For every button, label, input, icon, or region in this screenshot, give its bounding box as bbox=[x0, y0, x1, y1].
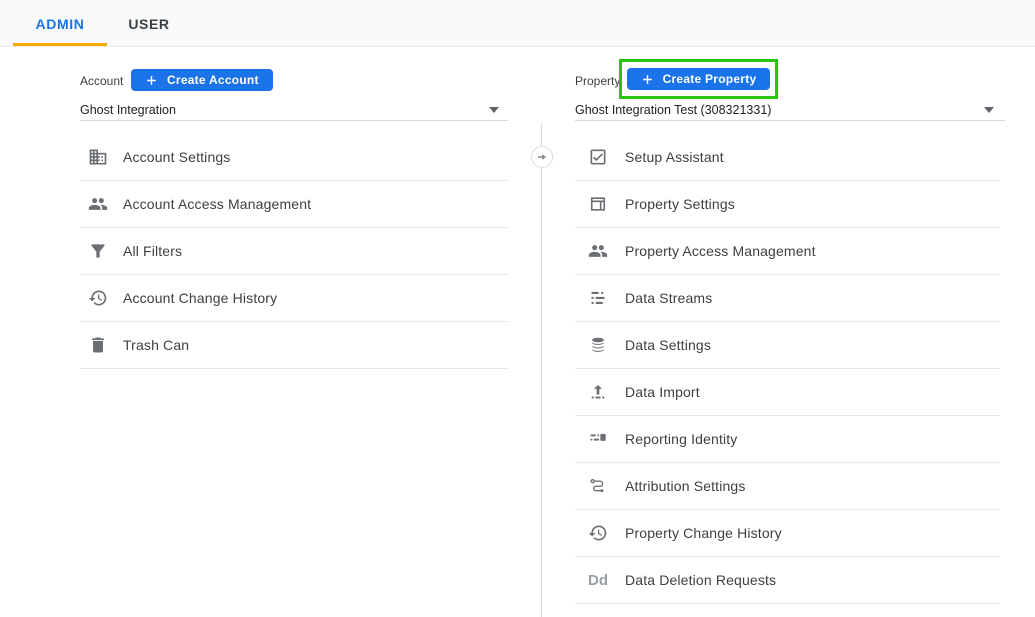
menu-item-label: Attribution Settings bbox=[625, 478, 746, 494]
menu-item-label: Account Change History bbox=[123, 290, 277, 306]
create-property-highlight-box: Create Property bbox=[619, 59, 778, 99]
menu-item-data-streams[interactable]: Data Streams bbox=[575, 275, 1000, 322]
account-selector-caret-icon[interactable] bbox=[489, 107, 499, 113]
attribution-path-icon bbox=[588, 476, 608, 496]
menu-item-data-settings[interactable]: Data Settings bbox=[575, 322, 1000, 369]
database-icon bbox=[588, 335, 608, 355]
filter-icon bbox=[88, 241, 108, 261]
history-icon bbox=[88, 288, 108, 308]
menu-item-label: Property Settings bbox=[625, 196, 735, 212]
menu-item-label: Reporting Identity bbox=[625, 431, 737, 447]
menu-item-data-import[interactable]: Data Import bbox=[575, 369, 1000, 416]
menu-item-label: Account Settings bbox=[123, 149, 230, 165]
menu-item-account-access-management[interactable]: Account Access Management bbox=[80, 181, 508, 228]
property-section-label: Property bbox=[575, 74, 620, 88]
account-selector[interactable]: Ghost Integration bbox=[80, 103, 176, 117]
tab-user[interactable]: USER bbox=[120, 0, 178, 47]
menu-item-trash-can[interactable]: Trash Can bbox=[80, 322, 508, 369]
checkbox-check-icon bbox=[588, 147, 608, 167]
plus-icon bbox=[641, 73, 654, 86]
menu-item-setup-assistant[interactable]: Setup Assistant bbox=[575, 134, 1000, 181]
property-selector-underline bbox=[575, 120, 1005, 121]
property-selector-caret-icon[interactable] bbox=[984, 107, 994, 113]
menu-item-label: Data Settings bbox=[625, 337, 711, 353]
menu-item-data-deletion-requests[interactable]: Dd Data Deletion Requests bbox=[575, 557, 1000, 604]
menu-item-label: Property Change History bbox=[625, 525, 782, 541]
menu-item-label: Account Access Management bbox=[123, 196, 311, 212]
property-selector[interactable]: Ghost Integration Test (308321331) bbox=[575, 103, 771, 117]
history-icon bbox=[588, 523, 608, 543]
identity-card-icon bbox=[588, 429, 608, 449]
menu-item-label: All Filters bbox=[123, 243, 182, 259]
plus-icon bbox=[145, 74, 158, 87]
account-menu: Account Settings Account Access Manageme… bbox=[80, 134, 508, 369]
menu-item-property-settings[interactable]: Property Settings bbox=[575, 181, 1000, 228]
menu-item-property-access-management[interactable]: Property Access Management bbox=[575, 228, 1000, 275]
menu-item-account-settings[interactable]: Account Settings bbox=[80, 134, 508, 181]
menu-item-label: Property Access Management bbox=[625, 243, 816, 259]
arrow-right-icon bbox=[536, 151, 548, 163]
people-icon bbox=[588, 241, 608, 261]
admin-page: ADMIN USER Account Create Account Ghost … bbox=[0, 0, 1035, 617]
menu-item-label: Data Deletion Requests bbox=[625, 572, 776, 588]
upload-icon bbox=[588, 382, 608, 402]
account-section-label: Account bbox=[80, 74, 123, 88]
create-property-button-label: Create Property bbox=[663, 72, 757, 86]
building-icon bbox=[88, 147, 108, 167]
menu-item-attribution-settings[interactable]: Attribution Settings bbox=[575, 463, 1000, 510]
menu-item-label: Trash Can bbox=[123, 337, 189, 353]
menu-item-label: Setup Assistant bbox=[625, 149, 724, 165]
tab-admin[interactable]: ADMIN bbox=[13, 0, 107, 47]
menu-item-label: Data Import bbox=[625, 384, 700, 400]
menu-item-label: Data Streams bbox=[625, 290, 712, 306]
active-tab-indicator bbox=[13, 43, 107, 46]
menu-item-account-change-history[interactable]: Account Change History bbox=[80, 275, 508, 322]
create-account-button-label: Create Account bbox=[167, 73, 259, 87]
account-selector-underline bbox=[80, 120, 508, 121]
people-icon bbox=[88, 194, 108, 214]
menu-item-property-change-history[interactable]: Property Change History bbox=[575, 510, 1000, 557]
menu-item-all-filters[interactable]: All Filters bbox=[80, 228, 508, 275]
tab-admin-label: ADMIN bbox=[36, 16, 85, 32]
trash-icon bbox=[88, 335, 108, 355]
create-account-button[interactable]: Create Account bbox=[131, 69, 273, 91]
property-menu: Setup Assistant Property Settings Proper… bbox=[575, 134, 1000, 604]
create-property-button[interactable]: Create Property bbox=[627, 68, 771, 90]
top-tab-bar: ADMIN USER bbox=[0, 0, 1035, 47]
column-divider bbox=[541, 123, 542, 617]
menu-item-reporting-identity[interactable]: Reporting Identity bbox=[575, 416, 1000, 463]
move-to-property-button[interactable] bbox=[531, 146, 553, 168]
window-layout-icon bbox=[588, 194, 608, 214]
dd-letters-icon: Dd bbox=[588, 570, 608, 590]
tab-user-label: USER bbox=[128, 16, 169, 32]
streams-icon bbox=[588, 288, 608, 308]
